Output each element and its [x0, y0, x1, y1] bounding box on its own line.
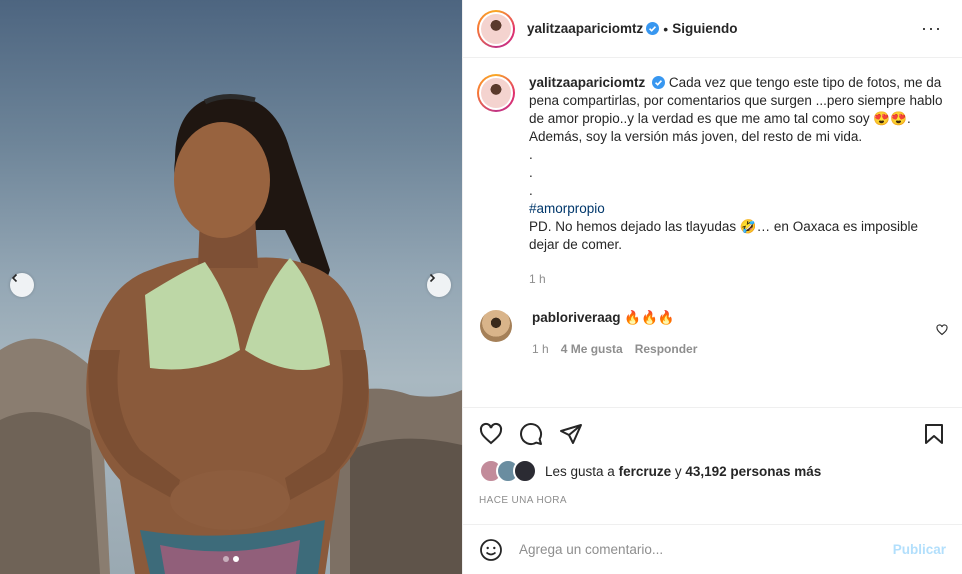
likes-summary: Les gusta a fercruze y 43,192 personas m… — [463, 446, 962, 483]
post-modal: yalitzaapariciomtz • Siguiendo ··· yalit… — [0, 0, 962, 574]
emoji-icon[interactable] — [479, 538, 503, 562]
author-avatar[interactable] — [477, 9, 515, 48]
verified-badge-icon — [652, 76, 666, 89]
likes-count-link[interactable]: 43,192 personas más — [685, 464, 821, 479]
caption-line: Además, soy la versión más joven, del re… — [529, 129, 863, 144]
hashtag-link[interactable]: #amorpropio — [529, 201, 605, 216]
caption-line: . — [529, 165, 533, 180]
likes-user-link[interactable]: fercruze — [619, 464, 672, 479]
likes-prefix: Les gusta a — [545, 463, 615, 479]
share-icon[interactable] — [559, 422, 583, 446]
comment-reply-button[interactable]: Responder — [635, 342, 698, 356]
commenter-username[interactable]: pabloriveraag — [532, 310, 621, 325]
liker-avatar — [513, 459, 537, 483]
caption-timestamp[interactable]: 1 h — [529, 270, 948, 288]
chevron-right-icon — [429, 273, 436, 283]
comment-composer: Publicar — [463, 524, 962, 574]
post-header: yalitzaapariciomtz • Siguiendo ··· — [463, 0, 962, 58]
author-username[interactable]: yalitzaapariciomtz — [527, 21, 643, 36]
following-button[interactable]: Siguiendo — [672, 21, 737, 36]
post-media[interactable] — [0, 0, 462, 574]
likes-middle: y — [674, 463, 682, 479]
comments-section: yalitzaapariciomtz Cada vez que tengo es… — [463, 58, 962, 407]
comment-time[interactable]: 1 h — [532, 342, 549, 356]
more-options-icon[interactable]: ··· — [921, 18, 942, 39]
comment-like-heart-icon[interactable] — [936, 324, 948, 336]
caption-author-avatar[interactable] — [477, 74, 515, 112]
comment-icon[interactable] — [519, 422, 543, 446]
caption-ps: PD. No hemos dejado las tlayudas 🤣… en O… — [529, 219, 919, 252]
post-actions: Les gusta a fercruze y 43,192 personas m… — [463, 407, 962, 506]
verified-badge-icon — [646, 22, 660, 35]
heart-icon[interactable] — [479, 422, 503, 446]
caption-line: . — [529, 147, 533, 162]
comment-input[interactable] — [517, 541, 881, 558]
chevron-left-icon — [11, 273, 18, 283]
caption-text: yalitzaapariciomtz Cada vez que tengo es… — [529, 74, 948, 288]
comment-likes[interactable]: 4 Me gusta — [561, 342, 623, 356]
post-timestamp[interactable]: HACE UNA HORA — [463, 483, 962, 506]
carousel-dot-active — [233, 556, 239, 562]
caption: yalitzaapariciomtz Cada vez que tengo es… — [463, 58, 962, 288]
carousel-next-button[interactable] — [427, 273, 451, 297]
caption-line: . — [529, 183, 533, 198]
commenter-avatar[interactable] — [480, 310, 512, 342]
bookmark-icon[interactable] — [922, 422, 946, 446]
caption-username[interactable]: yalitzaapariciomtz — [529, 75, 645, 90]
carousel-dot — [223, 556, 229, 562]
carousel-prev-button[interactable] — [10, 273, 34, 297]
header-separator: • — [663, 20, 669, 37]
comment-item: pabloriveraag 🔥🔥🔥 1 h 4 Me gusta Responder — [463, 288, 962, 356]
liker-avatars[interactable] — [479, 459, 537, 483]
carousel-indicator — [0, 556, 462, 562]
post-photo — [0, 94, 462, 574]
publish-button[interactable]: Publicar — [893, 542, 946, 557]
comment-meta: 1 h 4 Me gusta Responder — [532, 342, 697, 356]
comment-text: 🔥🔥🔥 — [624, 310, 675, 325]
post-sidebar: yalitzaapariciomtz • Siguiendo ··· yalit… — [462, 0, 962, 574]
